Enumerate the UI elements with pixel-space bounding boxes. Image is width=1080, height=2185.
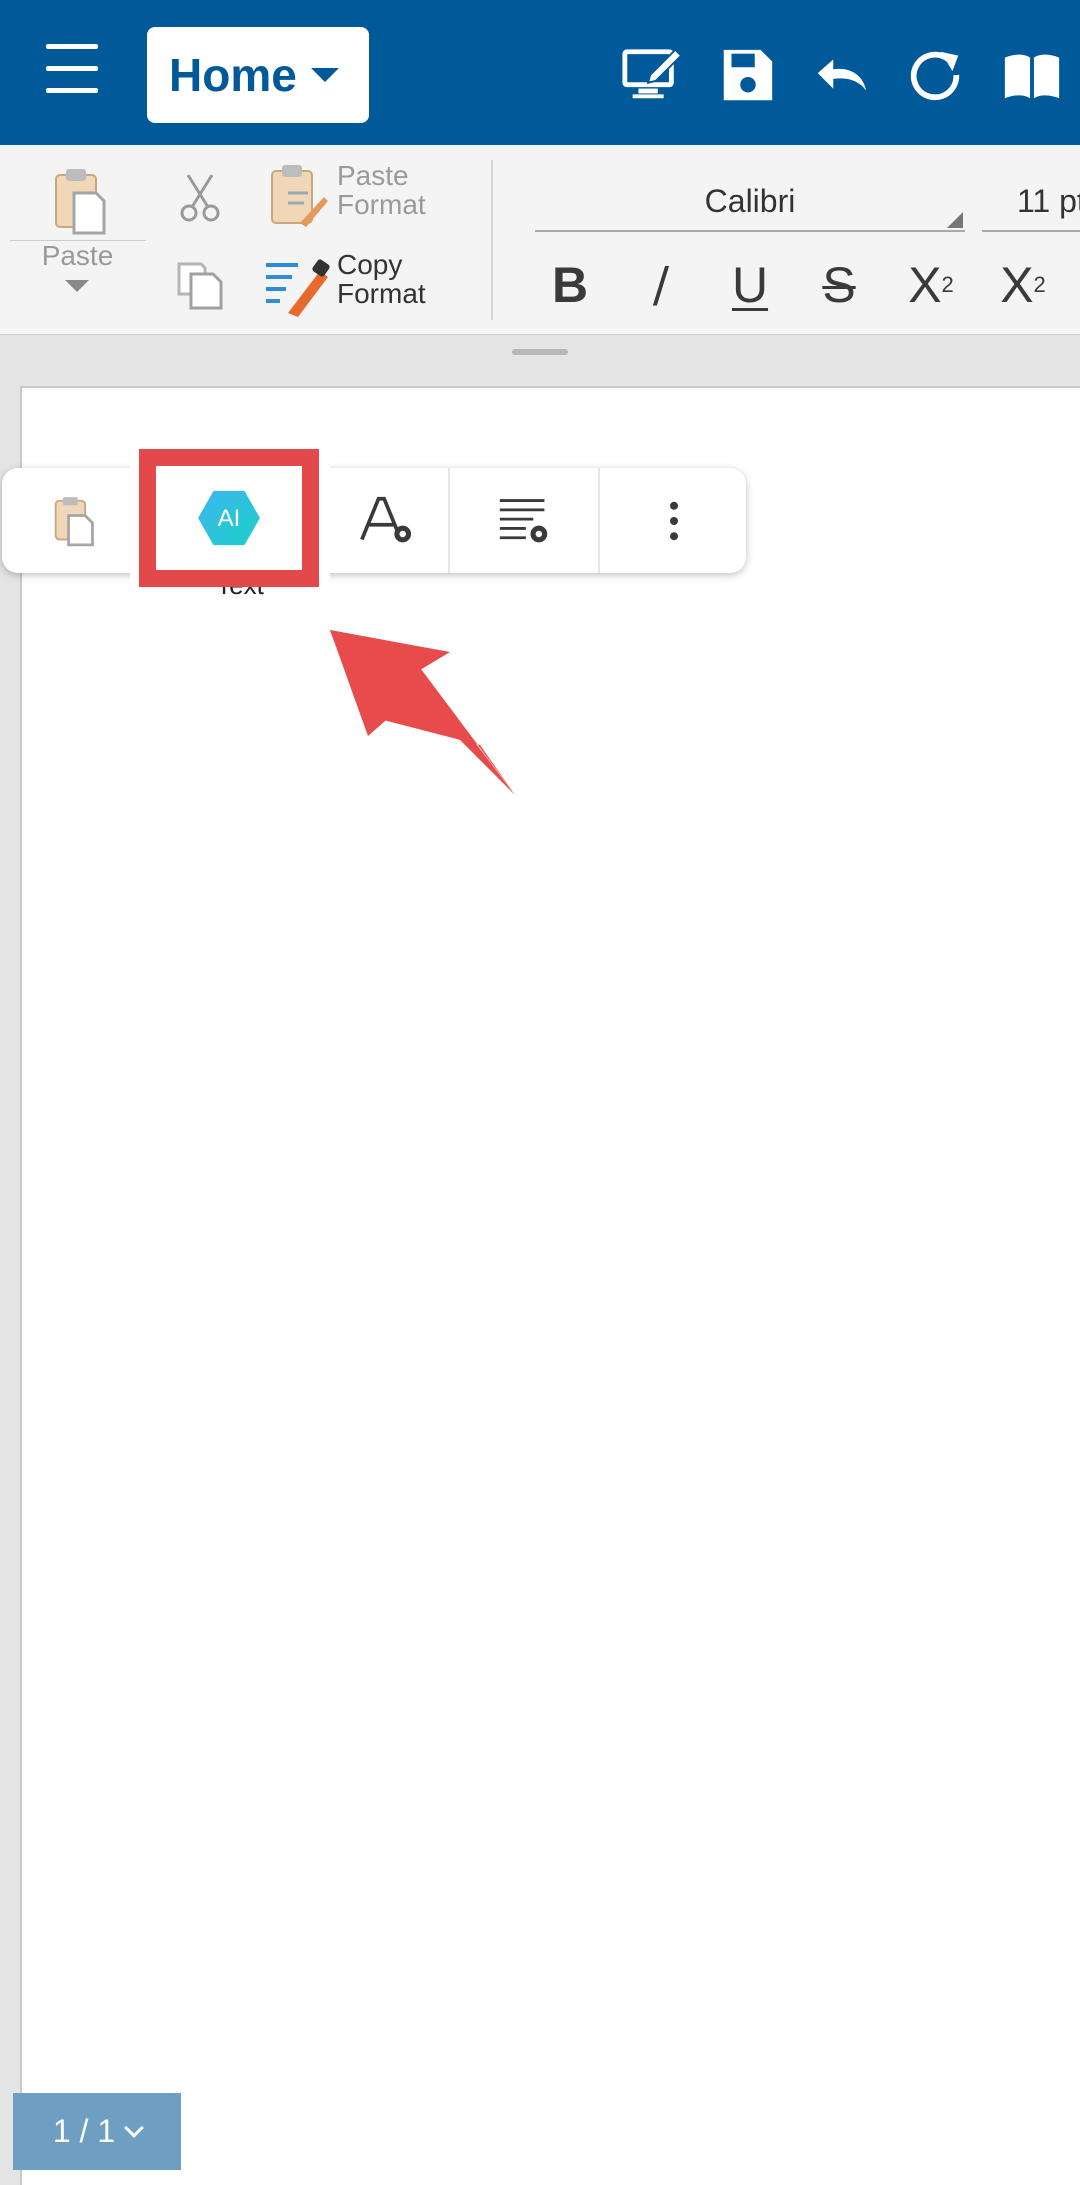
font-name-select[interactable]: Calibri [535,170,965,232]
read-mode-icon[interactable] [997,40,1067,110]
annotation-arrow-icon [330,630,515,795]
copy-format-icon[interactable] [264,257,330,317]
ribbon-divider [491,160,493,320]
font-settings-button[interactable] [324,468,448,573]
font-dropdown-icon [947,212,963,228]
strikethrough-button[interactable]: S [804,250,874,320]
ribbon-toolbar: Paste Paste Format Copy Format Calibri 1… [0,145,1080,335]
ribbon-resize-handle[interactable] [512,349,568,355]
top-app-bar: Home [0,0,1080,145]
paste-format-icon[interactable] [268,163,328,229]
chevron-down-icon [124,2117,145,2138]
bold-button[interactable]: B [535,250,605,320]
font-settings-icon [360,496,412,542]
undo-icon[interactable] [806,40,876,110]
paste-icon [54,496,94,546]
ai-badge-text: AI [217,505,241,532]
context-divider [598,468,600,573]
redo-icon[interactable] [900,40,970,110]
italic-button[interactable]: / [626,250,696,320]
more-options-icon [670,501,678,540]
underline-button[interactable]: U [715,250,785,320]
paste-format-label-line2: Format [337,189,426,220]
subscript-index: 2 [941,272,954,297]
superscript-base: X [1000,257,1034,313]
save-icon[interactable] [712,40,782,110]
subscript-button[interactable]: X2 [896,250,966,320]
paste-format-label-line1: Paste [337,160,409,191]
copy-format-label-line2: Format [337,278,426,309]
paste-dropdown-icon[interactable] [65,280,89,292]
chevron-down-icon [310,68,339,82]
font-size-value: 11 pt [1017,183,1080,219]
font-name-value: Calibri [704,183,796,219]
context-paste-button[interactable] [30,468,120,573]
paragraph-settings-button[interactable] [472,468,576,573]
font-size-select[interactable]: 11 pt [982,170,1080,232]
more-options-button[interactable] [622,468,726,573]
context-divider [448,468,450,573]
copy-icon[interactable] [175,260,225,310]
paste-icon[interactable] [50,167,110,237]
superscript-index: 2 [1033,272,1046,297]
presentation-edit-icon[interactable] [617,40,687,110]
home-tab-label: Home [169,49,297,101]
superscript-button[interactable]: X2 [988,250,1058,320]
context-toolbar [2,468,746,573]
cut-icon[interactable] [178,173,222,223]
subscript-base: X [908,257,942,313]
ai-button[interactable]: AI [139,449,319,587]
document-page[interactable] [20,386,1080,2185]
copy-format-label-line1: Copy [337,249,403,280]
page-indicator[interactable]: 1 / 1 [13,2093,181,2170]
paste-label[interactable]: Paste [20,240,135,272]
home-tab-dropdown[interactable]: Home [147,27,369,123]
menu-icon[interactable] [38,44,108,104]
paragraph-settings-icon [499,498,548,542]
page-indicator-label: 1 / 1 [52,2113,116,2149]
